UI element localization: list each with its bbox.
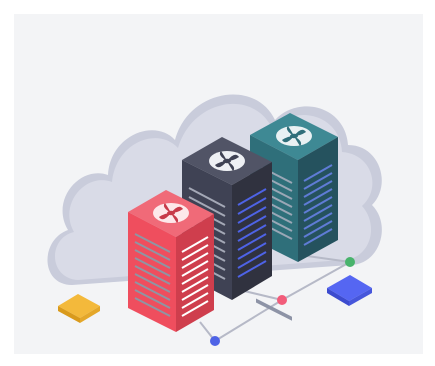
fan-icon <box>276 126 312 146</box>
fan-icon <box>209 151 245 171</box>
node-blue <box>210 336 220 346</box>
fan-icon <box>153 203 189 223</box>
server-rack-icon <box>128 190 214 332</box>
tile-yellow <box>58 294 100 323</box>
node-pink <box>277 295 287 305</box>
cloud-servers-illustration <box>47 94 382 346</box>
node-green <box>345 257 355 267</box>
tile-blue <box>327 275 372 306</box>
